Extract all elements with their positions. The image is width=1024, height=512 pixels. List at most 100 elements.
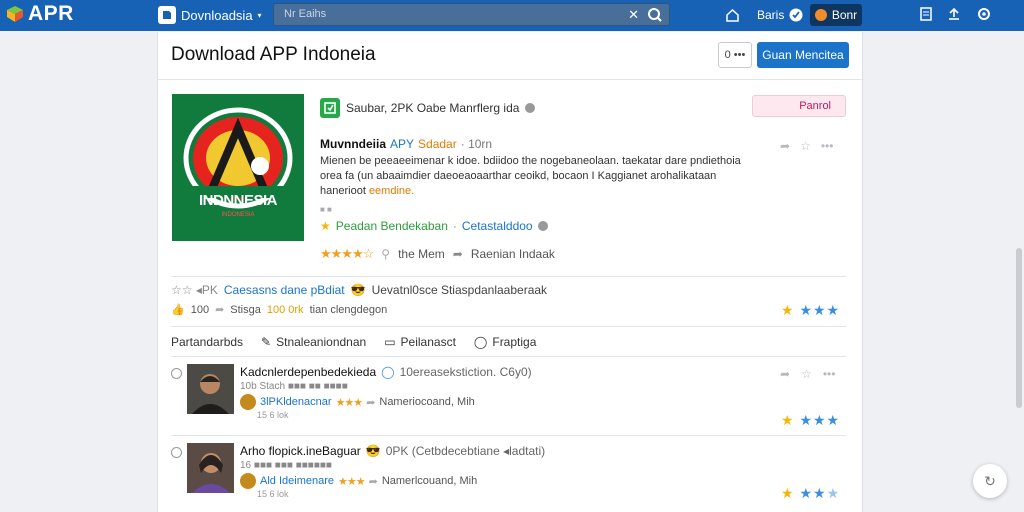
- stats-detail: tian clengdegon: [309, 303, 388, 316]
- tab-bar: Partandarbds ✎ Stnaleaniondnan ▭ Peilana…: [171, 335, 536, 349]
- more-options-button[interactable]: 0 •••: [718, 42, 752, 68]
- chat-icon: ◯: [381, 365, 395, 379]
- account-button[interactable]: Bonr: [810, 4, 862, 26]
- rating-stars-blue[interactable]: ★ ★★★: [781, 412, 840, 429]
- app-age: · 10rn: [460, 137, 493, 151]
- refresh-icon: ↻: [984, 472, 996, 489]
- info-icon[interactable]: [525, 103, 536, 113]
- stats-row-2: 👍 100 ➦ Stisga 100 0rk tian clengdegon: [171, 303, 388, 317]
- category-secondary[interactable]: Cetastalddoo: [462, 219, 533, 233]
- stats-row: ☆☆ ◂PK Caesasns dane pBdiat 😎 Uevatnl0sc…: [171, 283, 547, 297]
- site-name: Dovnloadsia: [181, 7, 253, 23]
- item-thumbnail[interactable]: [187, 364, 234, 414]
- app-meta-2: Raenian Indaak: [470, 247, 555, 261]
- upload-icon[interactable]: [946, 6, 962, 22]
- edit-icon: ✎: [261, 335, 272, 349]
- item-thumbnail[interactable]: [187, 443, 234, 493]
- logo-text: APR: [28, 2, 74, 25]
- top-bar: APR Dovnloadsia ▾ Nr Eaihs ✕ Baris Bonr: [0, 0, 1024, 31]
- share-icon[interactable]: ➦: [780, 139, 790, 153]
- item-title[interactable]: Arho flopick.ineBaguar: [240, 444, 361, 458]
- item-author[interactable]: Ald Ideimenare: [260, 475, 334, 487]
- notification-nav[interactable]: [789, 6, 803, 24]
- chevron-down-icon: ▾: [257, 10, 262, 20]
- rating-row: ★★★★☆ ⚲ the Mem ➦ Raenian Indaak: [320, 246, 555, 262]
- star-icon[interactable]: ☆: [801, 367, 812, 381]
- account-button-label: Bonr: [831, 8, 858, 22]
- item-radio[interactable]: [171, 368, 182, 379]
- item-meta: 10ereasekstiction. C6y0): [399, 365, 532, 379]
- primary-action-button[interactable]: Guan Mencitea: [757, 42, 849, 68]
- page-title: Download APP Indoneia: [171, 44, 376, 65]
- item-radio[interactable]: [171, 447, 182, 458]
- stats-link[interactable]: Caesasns dane pBdiat: [224, 283, 345, 297]
- document-icon[interactable]: [918, 6, 934, 22]
- star-icon: ★★: [799, 485, 827, 501]
- rating-stars: ★★★★☆: [320, 246, 374, 261]
- item-author[interactable]: 3lPKldenacnar: [260, 396, 332, 408]
- item-author-row: 3lPKldenacnar ★★★ ➦ Nameriocoand, Mih: [240, 394, 475, 410]
- divider: [171, 435, 846, 436]
- logo-icon: [7, 6, 23, 22]
- share-icon[interactable]: ➦: [780, 367, 790, 381]
- star-icon: ★: [781, 412, 795, 428]
- category-primary[interactable]: Peadan Bendekaban: [336, 219, 448, 233]
- site-icon: [158, 6, 176, 24]
- settings-icon[interactable]: [976, 6, 992, 22]
- star-icon: ★: [826, 485, 841, 501]
- search-icon[interactable]: [647, 7, 662, 22]
- main-card: Download APP Indoneia 0 ••• Guan Mencite…: [157, 32, 864, 512]
- avatar[interactable]: [240, 394, 256, 410]
- app-description-highlight[interactable]: eemdine.: [369, 185, 414, 197]
- category-row: ★ Peadan Bendekaban · Cetastalddoo: [320, 219, 548, 233]
- app-description: Mienen be peeaeeimenar k idoe. bdiidoo t…: [320, 154, 760, 199]
- scrollbar[interactable]: [1016, 248, 1022, 408]
- tab-stnaleaniondnan[interactable]: ✎ Stnaleaniondnan: [261, 335, 366, 349]
- developer-name[interactable]: Saubar, 2PK Oabe Manrflerg ida: [346, 101, 519, 115]
- share-icon: ➦: [215, 304, 225, 316]
- list-item[interactable]: Kadcnlerdepenbedekieda ◯ 10ereaseksticti…: [171, 364, 846, 424]
- logo[interactable]: APR: [5, 3, 74, 25]
- list-item[interactable]: Arho flopick.ineBaguar 😎 0PK (Cetbdecebt…: [171, 443, 846, 503]
- rating-stars-blue[interactable]: ★ ★★★: [781, 485, 840, 502]
- more-icon[interactable]: •••: [821, 139, 834, 153]
- info-icon[interactable]: [537, 221, 548, 231]
- site-selector[interactable]: Dovnloadsia ▾: [158, 4, 262, 26]
- item-title[interactable]: Kadcnlerdepenbedekieda: [240, 365, 376, 379]
- item-stars: ★★★: [338, 475, 366, 488]
- like-icon: 👍: [171, 304, 185, 316]
- app-logo-icon: [183, 107, 293, 209]
- tab-partandarbds[interactable]: Partandarbds: [171, 335, 243, 349]
- item-author-meta: Nameriocoand, Mih: [379, 396, 475, 408]
- badge-icon: [789, 8, 803, 22]
- tab-label: Peilanasct: [400, 335, 456, 349]
- stats-count: 100: [190, 303, 210, 316]
- app-artwork[interactable]: INDNNESIA INDONESIA: [172, 94, 304, 241]
- item-footer: 15 6 lok: [257, 410, 289, 420]
- item-meta: 0PK (Cetbdecebtiane ◂ladtati): [385, 444, 546, 458]
- item-stars: ★★★: [335, 396, 364, 409]
- stats-label: Stisga: [230, 303, 261, 316]
- account-icon: [814, 9, 827, 21]
- tab-label: Stnaleaniondnan: [276, 335, 367, 349]
- clear-search-icon[interactable]: ✕: [628, 7, 639, 23]
- app-name[interactable]: Muvnndeiia: [320, 137, 386, 151]
- more-icon[interactable]: •••: [823, 367, 836, 381]
- emoji-icon: 😎: [365, 444, 381, 458]
- avatar[interactable]: [240, 473, 256, 489]
- tab-fraptiga[interactable]: ◯ Fraptiga: [474, 335, 536, 349]
- rating-stars-blue[interactable]: ★ ★★★: [781, 302, 840, 319]
- home-icon: [726, 8, 739, 22]
- item-subtitle: 16 ■■■ ■■■ ■■■■■■: [240, 460, 332, 471]
- floating-action-button[interactable]: ↻: [973, 464, 1007, 498]
- tag-icon: ⚲: [381, 247, 391, 261]
- search-bar[interactable]: Nr Eaihs ✕: [273, 3, 670, 26]
- search-input[interactable]: Nr Eaihs: [284, 8, 326, 20]
- home-nav[interactable]: Baris: [726, 6, 784, 24]
- follow-button[interactable]: Panrol: [752, 95, 846, 117]
- star-icon[interactable]: ☆: [800, 139, 811, 153]
- tab-label: Partandarbds: [171, 335, 244, 349]
- tab-peilanasct[interactable]: ▭ Peilanasct: [384, 335, 456, 349]
- app-name-row: Muvnndeiia APY Sdadar · 10rn: [320, 137, 492, 151]
- item-footer: 15 6 lok: [257, 489, 289, 499]
